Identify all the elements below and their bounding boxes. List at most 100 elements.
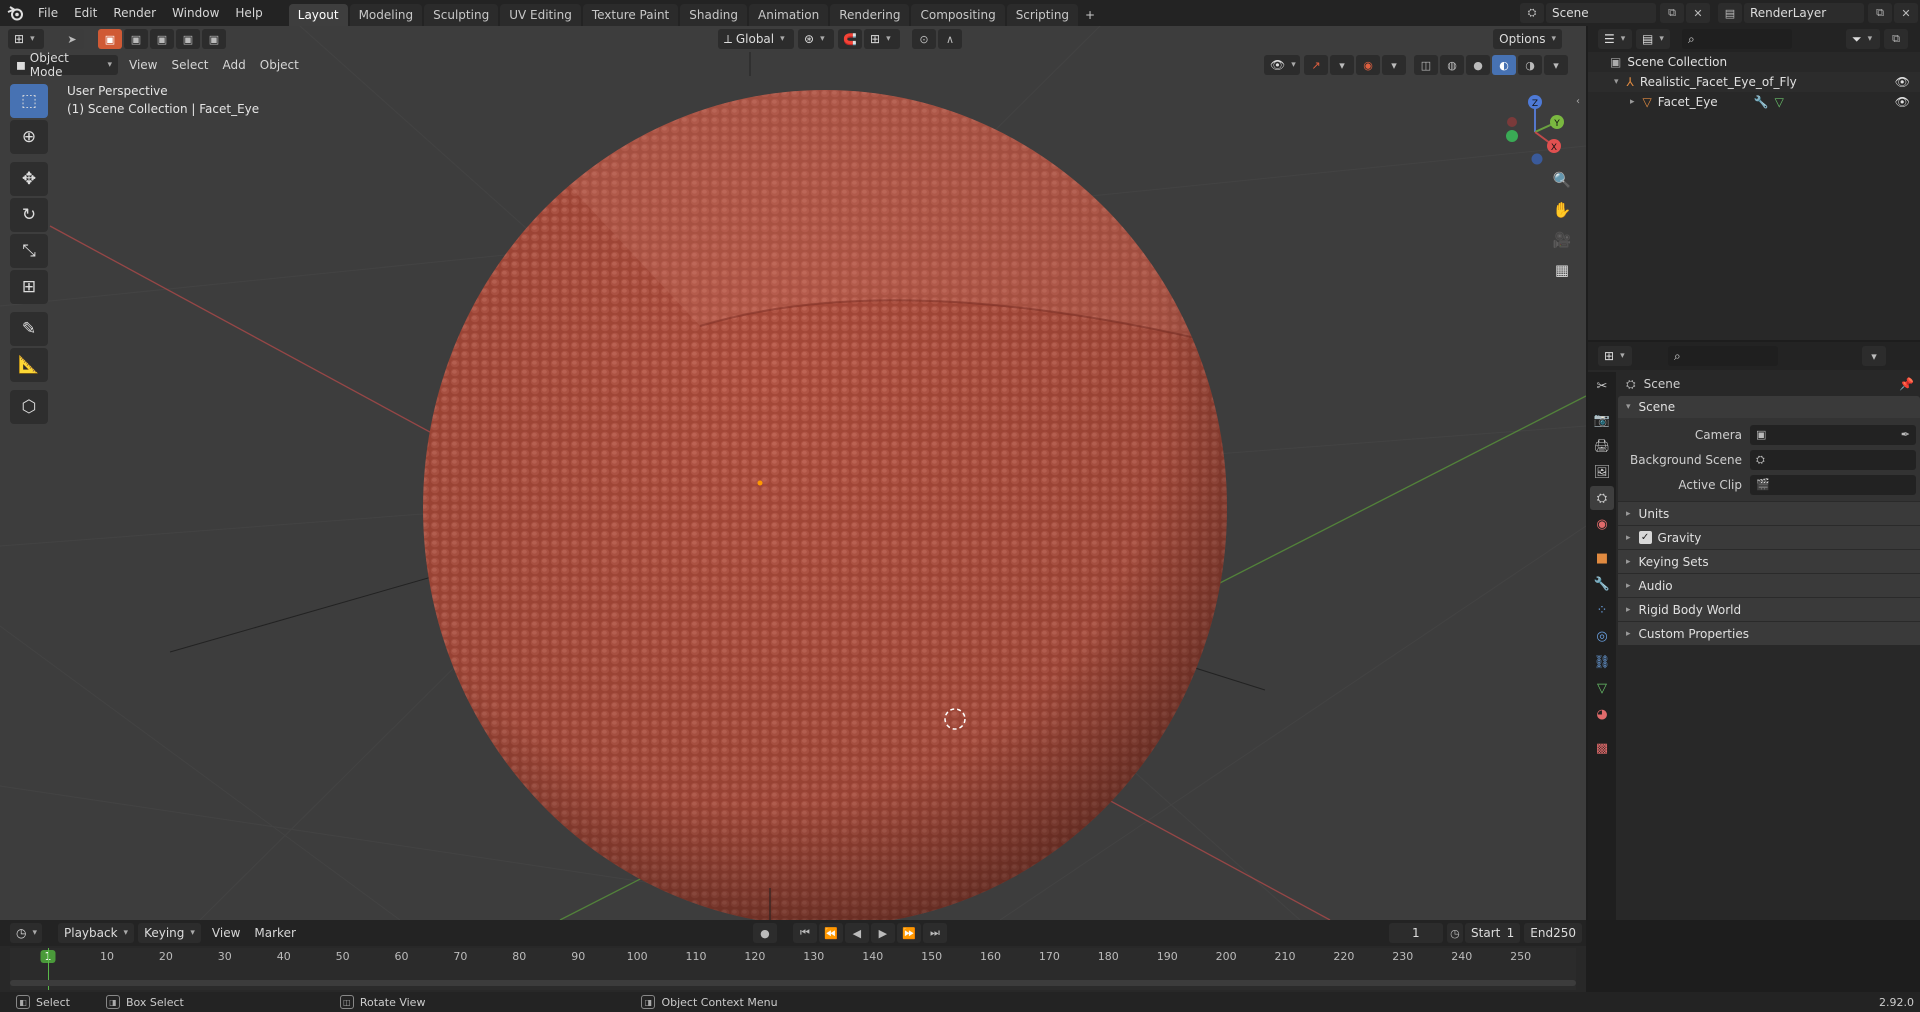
navigation-gizmo[interactable]: Z Y X	[1500, 90, 1570, 170]
output-props-icon[interactable]: 🖨	[1590, 434, 1614, 458]
xray-toggle-icon[interactable]: ◫	[1414, 55, 1438, 75]
scale-icon[interactable]: ⤡	[10, 234, 48, 268]
expand-collection-icon[interactable]: ▾	[1614, 77, 1619, 87]
menu-view[interactable]: View	[122, 55, 164, 75]
snap-toggle-icon[interactable]: 🧲	[838, 29, 862, 49]
invert-selection-icon[interactable]: ▣	[176, 29, 200, 49]
gravity-checkbox[interactable]: ✓	[1638, 531, 1652, 544]
audio-panel[interactable]: ▸ Audio	[1618, 573, 1920, 597]
pin-icon[interactable]: 📌	[1899, 377, 1914, 391]
physics-props-icon[interactable]: ◎	[1590, 624, 1614, 648]
ortho-toggle-icon[interactable]: ▦	[1548, 256, 1576, 284]
add-workspace-icon[interactable]: +	[1080, 4, 1100, 26]
rendered-shading-icon[interactable]: ◑	[1518, 55, 1542, 75]
tool-settings-icon[interactable]: ✂	[1590, 374, 1614, 398]
extend-selection-icon[interactable]: ▣	[124, 29, 148, 49]
keying-sets-panel[interactable]: ▸ Keying Sets	[1618, 549, 1920, 573]
tab-shading[interactable]: Shading	[680, 4, 747, 26]
sidebar-toggle-icon[interactable]: ‹	[1576, 96, 1580, 107]
measure-icon[interactable]: 📐	[10, 348, 48, 382]
tab-rendering[interactable]: Rendering	[830, 4, 910, 26]
gravity-panel[interactable]: ▸ ✓ Gravity	[1618, 525, 1920, 549]
intersect-selection-icon[interactable]: ▣	[202, 29, 226, 49]
3d-viewport[interactable]: ⊞ ▾ ➤ ▣ ▣ ▣ ▣ ▣ ⟂ Global ▾ ⊛ ▾ 🧲 ⊞ ▾ ⊙ ∧ Opt…	[0, 26, 1586, 920]
set-new-selection-icon[interactable]: ▣	[98, 29, 122, 49]
play-icon[interactable]: ▶	[870, 923, 895, 943]
end-frame-field[interactable]: End 250	[1524, 923, 1582, 943]
jump-start-icon[interactable]: ⏮	[792, 923, 817, 943]
outliner-scene-collection[interactable]: ▣ Scene Collection	[1588, 52, 1920, 72]
camera-field[interactable]: ▣ ✒	[1750, 424, 1916, 445]
new-view-layer-icon[interactable]: ⧉	[1868, 3, 1892, 23]
object-visibility-eye-icon[interactable]: 👁	[1895, 95, 1910, 109]
preview-range-icon[interactable]: ◷	[1446, 923, 1464, 943]
timeline-menu-marker[interactable]: Marker	[247, 923, 302, 943]
solid-shading-icon[interactable]: ●	[1466, 55, 1490, 75]
record-icon[interactable]: ●	[752, 923, 777, 943]
mesh-data-icon[interactable]: ▽	[1775, 95, 1784, 109]
wireframe-shading-icon[interactable]: ◍	[1440, 55, 1464, 75]
play-reverse-icon[interactable]: ◀	[844, 923, 869, 943]
pivot-point-dropdown[interactable]: ⊛ ▾	[798, 29, 834, 49]
filter-icon[interactable]: ⏷ ▾	[1846, 29, 1880, 49]
cursor-icon[interactable]: ⊕	[10, 120, 48, 154]
timeline-track[interactable]: 1102030405060708090100110120130140150160…	[10, 948, 1576, 990]
proportional-falloff-icon[interactable]: ∧	[938, 29, 962, 49]
rotate-icon[interactable]: ↻	[10, 198, 48, 232]
world-props-icon[interactable]: ◉	[1590, 512, 1614, 536]
properties-options-icon[interactable]: ▾	[1862, 346, 1886, 366]
timeline-scrollbar[interactable]	[10, 980, 1576, 986]
next-keyframe-icon[interactable]: ⏩	[896, 923, 921, 943]
tab-modeling[interactable]: Modeling	[349, 4, 423, 26]
custom-properties-panel[interactable]: ▸ Custom Properties	[1618, 621, 1920, 645]
display-mode-icon[interactable]: ▤ ▾	[1636, 29, 1670, 49]
modifier-wrench-icon[interactable]: 🔧	[1754, 95, 1769, 109]
pan-hand-icon[interactable]: ✋	[1548, 196, 1576, 224]
data-props-icon[interactable]: ▽	[1590, 676, 1614, 700]
object-props-icon[interactable]: ■	[1590, 546, 1614, 570]
properties-editor-type-icon[interactable]: ⊞ ▾	[1598, 346, 1632, 366]
background-scene-field[interactable]: ⛭	[1750, 449, 1916, 470]
jump-end-icon[interactable]: ⏭	[922, 923, 947, 943]
object-mode-dropdown[interactable]: ◼ Object Mode ▾	[10, 51, 118, 79]
units-panel[interactable]: ▸ Units	[1618, 501, 1920, 525]
add-cube-icon[interactable]: ⬡	[10, 390, 48, 424]
tab-scripting[interactable]: Scripting	[1006, 4, 1079, 26]
camera-view-icon[interactable]: 🎥	[1548, 226, 1576, 254]
material-props-icon[interactable]: ◕	[1590, 702, 1614, 726]
menu-edit[interactable]: Edit	[66, 0, 105, 26]
annotate-icon[interactable]: ✎	[10, 312, 48, 346]
move-icon[interactable]: ✥	[10, 162, 48, 196]
options-dropdown[interactable]: Options ▾	[1493, 29, 1562, 49]
shading-dropdown-icon[interactable]: ▾	[1544, 55, 1568, 75]
outliner-object-row[interactable]: ▸ ▽ Facet_Eye 🔧 ▽ 👁	[1588, 92, 1920, 112]
scene-browse-icon[interactable]: ⛭	[1520, 3, 1544, 23]
scene-props-icon[interactable]: ⛭	[1590, 486, 1614, 510]
view-layer-props-icon[interactable]: 🖼	[1590, 460, 1614, 484]
material-preview-icon[interactable]: ◐	[1492, 55, 1516, 75]
transform-icon[interactable]: ⊞	[10, 270, 48, 304]
overlays-toggle-icon[interactable]: ◉	[1356, 55, 1380, 75]
menu-select[interactable]: Select	[164, 55, 215, 75]
scene-panel-header[interactable]: ▾ Scene	[1618, 396, 1920, 418]
menu-object[interactable]: Object	[253, 55, 306, 75]
outliner-collection-row[interactable]: ▾ ⅄ Realistic_Facet_Eye_of_Fly 👁	[1588, 72, 1920, 92]
editor-type-icon[interactable]: ⊞ ▾	[8, 29, 44, 49]
keying-dropdown[interactable]: Keying ▾	[138, 923, 201, 943]
tab-animation[interactable]: Animation	[749, 4, 829, 26]
select-mode-icon[interactable]: ➤	[60, 29, 84, 49]
new-collection-icon[interactable]: ⧉	[1884, 29, 1908, 49]
constraints-props-icon[interactable]: ⛓	[1590, 650, 1614, 674]
view-layer-field[interactable]: RenderLayer	[1744, 3, 1864, 23]
gizmo-toggle-icon[interactable]: ↗	[1304, 55, 1328, 75]
particles-props-icon[interactable]: ⁘	[1590, 598, 1614, 622]
start-frame-field[interactable]: Start 1	[1465, 923, 1521, 943]
new-scene-icon[interactable]: ⧉	[1660, 3, 1684, 23]
transform-orientation-dropdown[interactable]: ⟂ Global ▾	[718, 29, 794, 49]
zoom-icon[interactable]: 🔍	[1548, 166, 1576, 194]
scene-name-field[interactable]: Scene	[1546, 3, 1656, 23]
tab-compositing[interactable]: Compositing	[911, 4, 1005, 26]
outliner-editor-type-icon[interactable]: ☰ ▾	[1598, 29, 1632, 49]
subtract-selection-icon[interactable]: ▣	[150, 29, 174, 49]
timeline-menu-view[interactable]: View	[205, 923, 247, 943]
